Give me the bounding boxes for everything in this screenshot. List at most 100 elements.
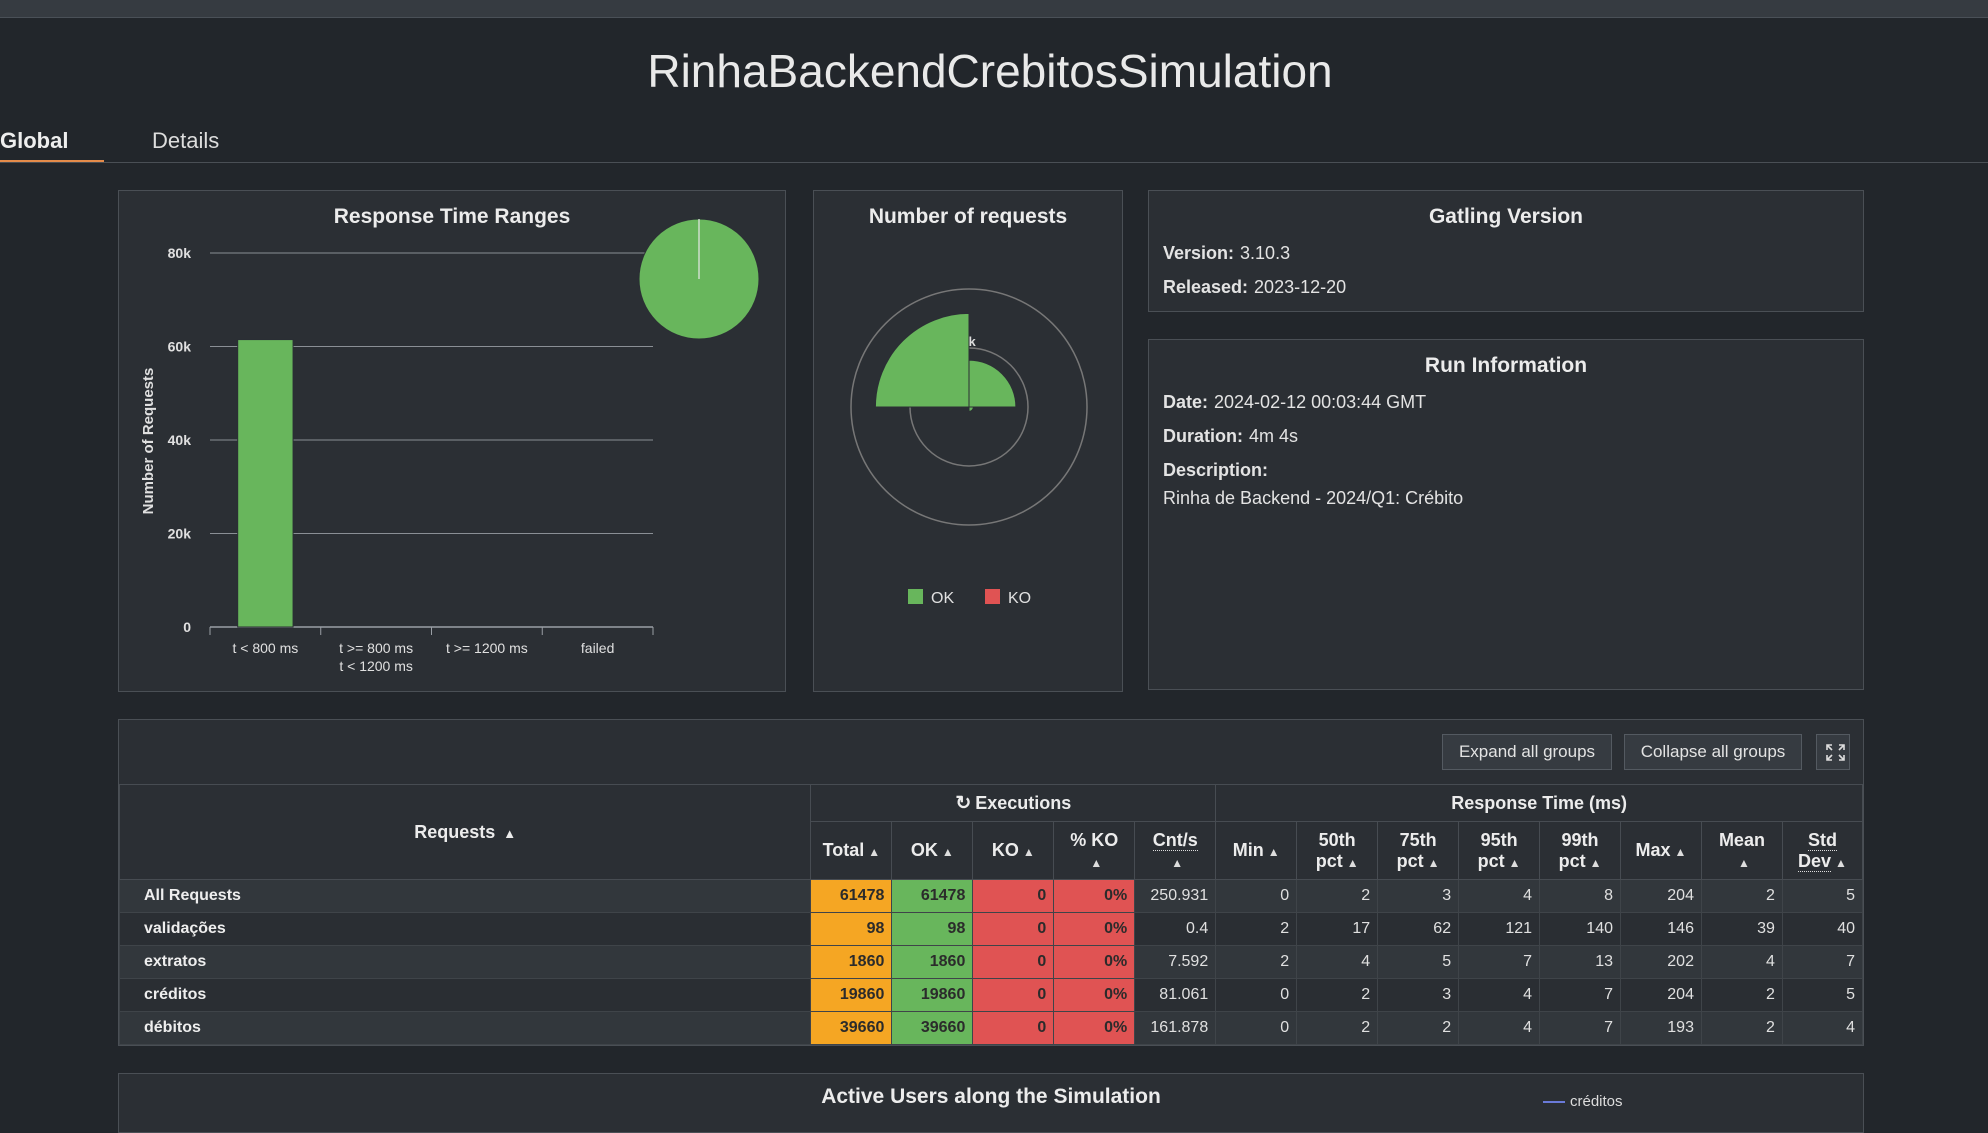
legend-ko-label[interactable]: KO [1008, 590, 1031, 607]
table-row[interactable]: extratos 1860 1860 0 0% 7.592 2 4 5 7 13 202 4 7 [118, 945, 1864, 979]
table-row[interactable]: All Requests 61478 61478 0 0% 250.931 0 2 3 4 8 204… [118, 879, 1864, 913]
requests-header[interactable]: Requests ▲ [118, 784, 812, 880]
cell-p99: 140 [1539, 912, 1621, 946]
cell-mean: 2 [1700, 978, 1783, 1012]
col-mean-label: Mean [1718, 829, 1765, 850]
number-of-requests-chart: 25k 0 OK KO [850, 288, 1088, 607]
cell-pko: 0% [1053, 1011, 1136, 1045]
response-time-ranges-chart: Number of Requests 0 20k 40k 60k 80k t < 800 … [140, 218, 760, 674]
active-users-legend-item[interactable]: créditos [1543, 1093, 1623, 1110]
col-p99-label: 99th [1561, 829, 1599, 850]
executions-header-label: Executions [975, 792, 1072, 813]
sort-ascending-icon: ▲ [503, 825, 517, 841]
col-total[interactable]: Total ▲︎ [810, 821, 893, 880]
table-row[interactable]: créditos 19860 19860 0 0% 81.061 0 2 3 4 7 204 2 5 [118, 978, 1864, 1012]
col-ok-label: OK [910, 840, 938, 860]
polar-sector-3 [874, 312, 970, 408]
expand-icon [1826, 744, 1845, 761]
col-p75[interactable]: 75th pct ▲︎ [1377, 821, 1460, 880]
top-bar [0, 0, 1988, 18]
col-p50-label: 50th [1318, 829, 1356, 850]
cell-total: 61478 [810, 879, 893, 913]
col-std-label: Std [1807, 829, 1837, 851]
cell-p95: 7 [1458, 945, 1541, 979]
cell-cnts: 81.061 [1134, 978, 1217, 1012]
cell-p95: 4 [1458, 1011, 1541, 1045]
col-dev-label: Dev [1798, 850, 1832, 872]
date-value: 2024-02-12 00:03:44 GMT [1214, 392, 1427, 412]
tab-details[interactable]: Details [152, 128, 219, 154]
legend-line-icon [1543, 1101, 1565, 1104]
col-std-dev[interactable]: Std Dev ▲︎ [1781, 821, 1864, 880]
cell-p50: 2 [1296, 879, 1379, 913]
cell-max: 204 [1620, 978, 1702, 1012]
col-p99[interactable]: 99th pct ▲︎ [1539, 821, 1621, 880]
cell-p99: 8 [1539, 879, 1621, 913]
col-pko-label: % KO [1070, 829, 1119, 850]
fullscreen-button[interactable] [1816, 734, 1850, 770]
duration-label: Duration: [1163, 426, 1243, 446]
cell-p75: 62 [1377, 912, 1460, 946]
cell-min: 0 [1215, 1011, 1298, 1045]
statistics-panel: Expand all groups Collapse all groups Re… [118, 719, 1864, 1046]
description-value: Rinha de Backend - 2024/Q1: Crébito [1163, 488, 1464, 508]
cell-pko: 0% [1053, 912, 1136, 946]
bar-0 [237, 339, 294, 628]
col-min[interactable]: Min ▲︎ [1215, 821, 1298, 880]
collapse-all-groups-button[interactable]: Collapse all groups [1624, 734, 1802, 770]
cell-ok: 61478 [891, 879, 974, 913]
table-row[interactable]: débitos 39660 39660 0 0% 161.878 0 2 2 4 7 193 2 4 [118, 1011, 1864, 1045]
cell-mean: 2 [1700, 1011, 1783, 1045]
col-p95[interactable]: 95th pct ▲︎ [1458, 821, 1541, 880]
cell-std: 7 [1781, 945, 1864, 979]
y-tick-label: 40k [168, 432, 192, 448]
y-tick-label: 20k [168, 526, 192, 542]
col-ko[interactable]: KO ▲︎ [972, 821, 1055, 880]
sort-icon: ▲︎ [1674, 845, 1687, 859]
sort-icon: ▲︎ [1171, 855, 1184, 870]
cell-mean: 39 [1700, 912, 1783, 946]
cell-name: créditos [118, 978, 812, 1012]
cell-min: 2 [1215, 912, 1298, 946]
description-row: Description: [1163, 460, 1274, 481]
col-mean[interactable]: Mean ▲︎ [1700, 821, 1783, 880]
cell-cnts: 0.4 [1134, 912, 1217, 946]
cell-ok: 19860 [891, 978, 974, 1012]
cell-ok: 1860 [891, 945, 974, 979]
run-information-title: Run Information [1424, 354, 1588, 377]
cell-p50: 4 [1296, 945, 1379, 979]
sort-icon: ▲︎ [1022, 845, 1035, 859]
cell-std: 5 [1781, 879, 1864, 913]
tab-global[interactable]: Global [0, 128, 68, 154]
cell-std: 5 [1781, 978, 1864, 1012]
cell-min: 0 [1215, 879, 1298, 913]
y-tick-label: 0 [183, 619, 191, 635]
col-total-label: Total [822, 840, 865, 860]
col-max[interactable]: Max ▲︎ [1620, 821, 1702, 880]
page-title: RinhaBackendCrebitosSimulation [647, 45, 1333, 97]
cell-total: 98 [810, 912, 893, 946]
col-cnts[interactable]: Cnt/s ▲︎ [1134, 821, 1217, 880]
active-tab-indicator [0, 160, 104, 162]
cell-mean: 2 [1700, 879, 1783, 913]
sort-icon: ▲︎ [1835, 855, 1847, 870]
number-of-requests-panel: Number of requests 25k 0 OK KO [813, 190, 1123, 692]
sort-icon: ▲︎ [1090, 855, 1103, 870]
cell-p99: 13 [1539, 945, 1621, 979]
cell-p95: 4 [1458, 978, 1541, 1012]
legend-ok-label[interactable]: OK [931, 590, 954, 607]
expand-all-groups-button[interactable]: Expand all groups [1442, 734, 1612, 770]
col-cnts-label: Cnt/s [1152, 829, 1198, 851]
cell-p99: 7 [1539, 978, 1621, 1012]
cell-p50: 17 [1296, 912, 1379, 946]
cell-cnts: 250.931 [1134, 879, 1217, 913]
y-tick-label: 80k [168, 245, 192, 261]
table-row[interactable]: validações 98 98 0 0% 0.4 2 17 62 121 140 146 39 40 [118, 912, 1864, 946]
col-ok[interactable]: OK ▲︎ [891, 821, 974, 880]
active-users-panel: Active Users along the Simulation crédit… [118, 1073, 1864, 1133]
cell-max: 204 [1620, 879, 1702, 913]
cell-pko: 0% [1053, 879, 1136, 913]
col-p50[interactable]: 50th pct ▲︎ [1296, 821, 1379, 880]
col-pko[interactable]: % KO ▲︎ [1053, 821, 1136, 880]
duration-row: Duration: 4m 4s [1163, 426, 1298, 447]
